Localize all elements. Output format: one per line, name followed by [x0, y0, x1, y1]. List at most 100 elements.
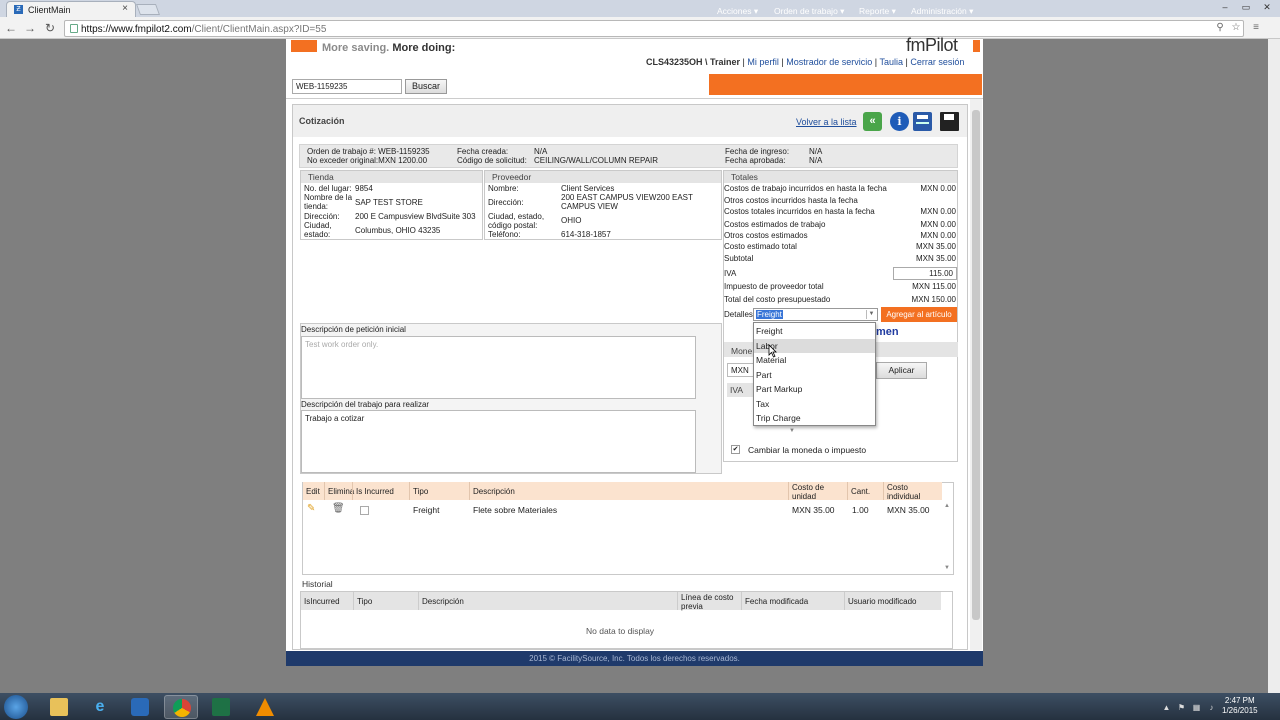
dropdown-option-part[interactable]: Part	[754, 368, 875, 383]
mouse-cursor-icon	[768, 344, 777, 358]
is-incurred-checkbox[interactable]	[360, 506, 369, 515]
folder-icon	[50, 698, 68, 716]
col-type: Tipo	[409, 482, 469, 500]
change-currency-checkbox[interactable]: ✔	[731, 445, 740, 454]
store-header: Tienda	[301, 171, 482, 183]
total-row-value: MXN 0.00	[920, 184, 956, 193]
vlc-icon	[256, 698, 274, 716]
req-code-value: CEILING/WALL/COLUMN REPAIR	[534, 156, 659, 165]
url-host: https://www.fmpilot2.com	[81, 24, 192, 35]
link-profile[interactable]: Mi perfil	[747, 57, 779, 67]
back-arrow-icon[interactable]: ←	[3, 20, 19, 36]
entry-value: N/A	[809, 147, 823, 156]
currency-select[interactable]: MXN	[727, 363, 755, 377]
taskbar-ie[interactable]: e	[83, 695, 117, 719]
link-logout[interactable]: Cerrar sesión	[910, 57, 964, 67]
dropdown-option-part-markup[interactable]: Part Markup	[754, 382, 875, 397]
window-scrollbar[interactable]	[1268, 39, 1280, 693]
taskbar-vlc[interactable]	[248, 695, 282, 719]
link-taulia[interactable]: Taulia	[879, 57, 903, 67]
total-row-label: Costos de trabajo incurridos en hasta la…	[724, 184, 887, 193]
change-currency-label: Cambiar la moneda o impuesto	[748, 445, 867, 455]
approved-label: Fecha aprobada:	[725, 156, 786, 165]
dropdown-option-trip-charge[interactable]: Trip Charge	[754, 411, 875, 426]
iva-label: IVA	[724, 269, 737, 278]
hist-col-type: Tipo	[353, 592, 418, 610]
nte-original: No exceder original:MXN 1200.00	[307, 156, 428, 165]
budget-label: Total del costo presupuestado	[724, 295, 831, 304]
maximize-icon[interactable]: ▭	[1240, 2, 1252, 13]
taskbar-explorer[interactable]	[42, 695, 76, 719]
new-tab-button[interactable]	[135, 4, 161, 15]
history-empty-message: No data to display	[586, 626, 655, 636]
reload-icon[interactable]: ↻	[42, 20, 58, 36]
taskbar-clock[interactable]: 2:47 PM 1/26/2015	[1222, 696, 1258, 716]
work-description-field[interactable]: Trabajo a cotizar	[301, 410, 696, 473]
provider-phone-value: 614-318-1857	[561, 230, 611, 239]
taskbar-media[interactable]	[123, 695, 157, 719]
hist-col-previous-line: Línea de costo previa	[677, 592, 741, 611]
favicon-icon: Ƶ	[14, 5, 23, 14]
currency-section-label: Mone	[731, 346, 753, 356]
search-button[interactable]: Buscar	[405, 79, 447, 94]
close-window-icon[interactable]: ✕	[1261, 2, 1273, 13]
browser-tab[interactable]: Ƶ ClientMain ×	[6, 1, 136, 17]
provider-phone-label: Teléfono:	[488, 230, 521, 239]
minimize-icon[interactable]: –	[1219, 2, 1231, 13]
zoom-icon[interactable]: ⚲	[1214, 22, 1226, 34]
taskbar-excel[interactable]	[204, 695, 238, 719]
scroll-down-icon[interactable]: ▼	[944, 565, 950, 571]
initial-description-field[interactable]: Test work order only.	[301, 336, 696, 399]
col-unit-cost: Costo de unidad	[788, 482, 847, 501]
footer: 2015 © FacilitySource, Inc. Todos los de…	[286, 651, 983, 666]
menu-admin[interactable]: Administración ▾	[911, 6, 973, 17]
close-tab-icon[interactable]: ×	[122, 3, 128, 14]
address-bar[interactable]: https://www.fmpilot2.com/Client/ClientMa…	[64, 20, 1244, 37]
row-type: Freight	[413, 505, 440, 515]
add-item-button[interactable]: Agregar al artículo	[881, 307, 957, 322]
start-button[interactable]	[4, 695, 28, 719]
tray-arrow-icon[interactable]: ▲	[1162, 703, 1171, 712]
menu-work-order[interactable]: Orden de trabajo ▾	[774, 6, 844, 17]
dropdown-option-tax[interactable]: Tax	[754, 397, 875, 412]
scroll-up-icon[interactable]: ▲	[944, 503, 950, 509]
page-scrollbar-thumb[interactable]	[972, 110, 980, 620]
menu-icon[interactable]: ≡	[1250, 22, 1262, 34]
details-label: Detalles	[724, 310, 753, 319]
search-input[interactable]: WEB-1159235	[292, 79, 402, 94]
browser-tabstrip	[0, 0, 1280, 17]
provider-addr-value-1: 200 EAST CAMPUS VIEW200 EAST	[561, 193, 693, 202]
pencil-icon[interactable]: ✎	[307, 503, 315, 514]
table-row[interactable]	[303, 501, 942, 519]
row-description: Flete sobre Materiales	[473, 505, 558, 515]
budget-value: MXN 150.00	[911, 295, 956, 304]
menu-report[interactable]: Reporte ▾	[859, 6, 896, 17]
tray-network-icon[interactable]: ▦	[1192, 703, 1201, 712]
apply-button[interactable]: Aplicar	[876, 362, 927, 379]
dropdown-option-freight[interactable]: Freight	[754, 324, 875, 339]
trash-icon[interactable]: 🗑	[332, 503, 345, 514]
totals-header: Totales	[724, 171, 957, 183]
print-icon[interactable]	[913, 112, 932, 131]
resumen-heading: men	[876, 326, 899, 338]
back-icon[interactable]: «	[863, 112, 882, 131]
save-icon[interactable]	[940, 112, 959, 131]
link-service-desk[interactable]: Mostrador de servicio	[786, 57, 872, 67]
store-city-label-2: estado:	[304, 230, 331, 239]
menu-actions[interactable]: Acciones ▾	[717, 6, 758, 17]
brand-logo: fmPilot	[906, 35, 958, 55]
info-icon[interactable]: i	[890, 112, 909, 131]
details-select[interactable]: Freight ▼	[753, 308, 878, 321]
taskbar-chrome[interactable]	[164, 695, 198, 719]
total-row-value: MXN 0.00	[920, 220, 956, 229]
details-dropdown[interactable]: Freight Labor Material Part Part Markup …	[753, 322, 876, 426]
total-row-label: Costos totales incurridos en hasta la fe…	[724, 207, 875, 216]
star-icon[interactable]: ☆	[1230, 22, 1242, 34]
ie-icon: e	[95, 698, 105, 715]
back-to-list-link[interactable]: Volver a la lista	[796, 117, 857, 127]
total-row-value: MXN 0.00	[920, 231, 956, 240]
iva-input[interactable]: 115.00	[893, 267, 957, 280]
forward-arrow-icon[interactable]: →	[22, 20, 38, 36]
tray-volume-icon[interactable]: ♪	[1207, 703, 1216, 712]
tray-flag-icon[interactable]: ⚑	[1177, 703, 1186, 712]
